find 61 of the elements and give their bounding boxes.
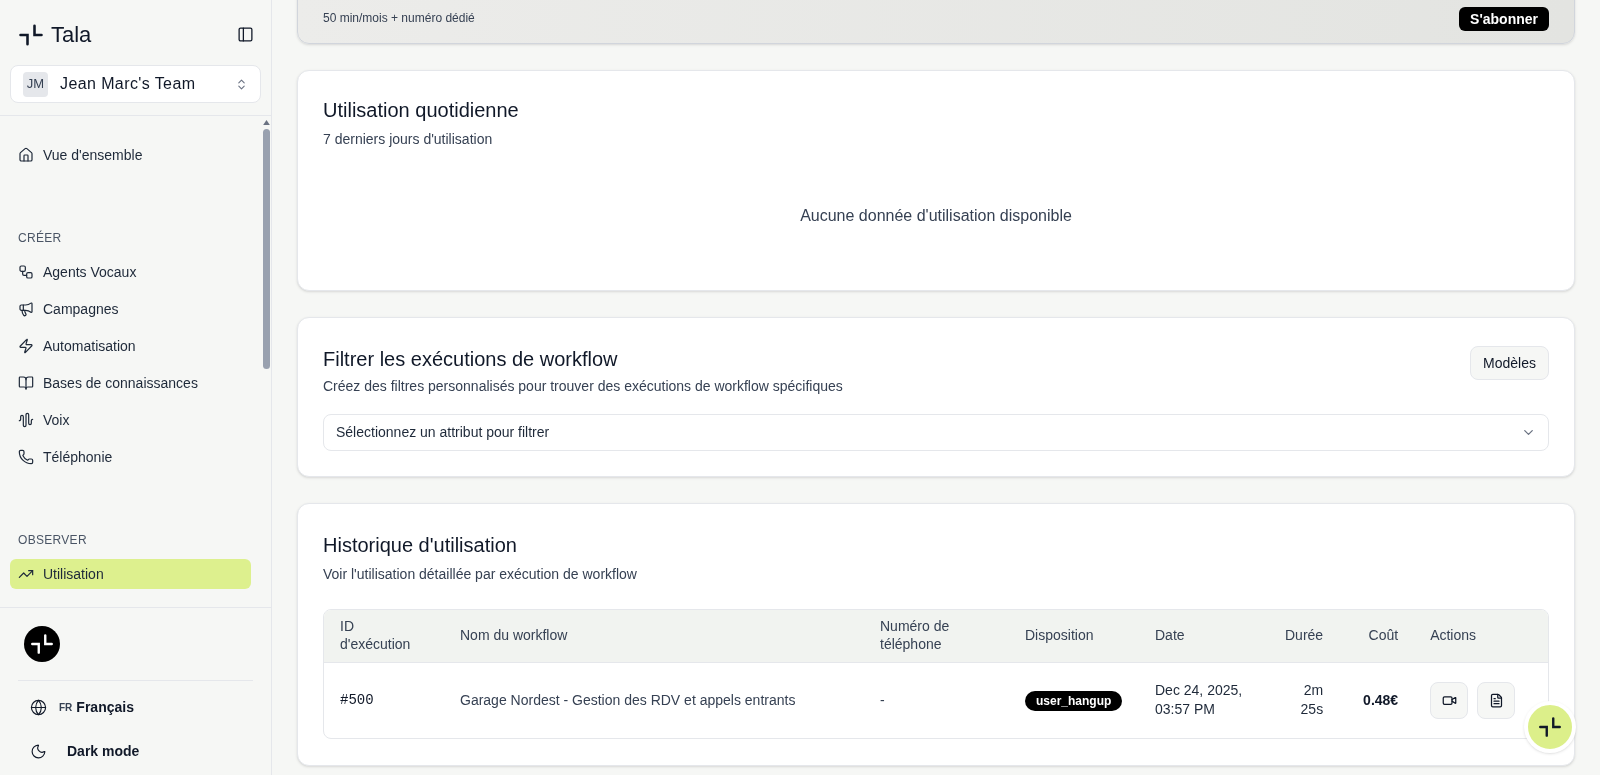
select-placeholder: Sélectionnez un attribut pour filtrer (336, 423, 550, 442)
phone-icon (18, 449, 34, 465)
language-button[interactable]: FR Français (30, 693, 253, 721)
sidebar-toggle-icon[interactable] (237, 26, 254, 43)
card-title: Filtrer les exécutions de workflow (323, 347, 619, 372)
table-cell: Dec 24, 2025, 03:57 PM (1139, 662, 1269, 738)
column-header: ID d'exécution (324, 610, 444, 662)
sidebar-item[interactable]: Téléphonie (10, 442, 251, 472)
team-switcher[interactable]: JM Jean Marc's Team (10, 65, 261, 103)
team-avatar: JM (23, 71, 48, 97)
house-icon (18, 147, 34, 163)
empty-state-text: Aucune donnée d'utilisation disponible (800, 206, 1072, 226)
nodes-icon (18, 264, 34, 280)
sidebar-item[interactable]: Agents Vocaux (10, 257, 251, 287)
sidebar-item[interactable]: Utilisation (10, 559, 251, 589)
status-badge: user_hangup (1025, 690, 1123, 711)
moon-icon (30, 742, 47, 760)
column-header: Disposition (1009, 610, 1139, 662)
section-heading: OBSERVER (17, 532, 88, 549)
card-title: Historique d'utilisation (323, 533, 518, 558)
subscribe-button[interactable]: S'abonner (1459, 7, 1549, 31)
table-cell: - (864, 662, 1009, 738)
sidebar-item[interactable]: Automatisation (10, 331, 251, 361)
lightning-icon (18, 338, 34, 354)
sidebar-item[interactable]: Campagnes (10, 294, 251, 324)
column-header: Numéro de téléphone (864, 610, 1009, 662)
recording-button[interactable] (1430, 681, 1469, 719)
megaphone-icon (18, 301, 34, 317)
language-code: FR (59, 700, 73, 715)
sidebar-item[interactable]: Voix (10, 405, 251, 435)
table-cell: Garage Nordest - Gestion des RDV et appels entrants (444, 662, 864, 738)
document-icon (1488, 692, 1504, 708)
team-name: Jean Marc's Team (60, 74, 197, 94)
book-icon (18, 375, 34, 391)
dark-mode-button[interactable]: Dark mode (30, 737, 253, 765)
column-header: Date (1139, 610, 1269, 662)
waveform-icon (18, 412, 34, 428)
banner-subtitle: 50 min/mois + numéro dédié (323, 10, 475, 27)
sidebar-item[interactable]: Bases de connaissances (10, 368, 251, 398)
section-heading: CRÉER (17, 229, 63, 247)
attribute-select[interactable]: Sélectionnez un attribut pour filtrer (323, 414, 1549, 451)
chat-logo-icon (1537, 714, 1563, 740)
chevrons-icon (235, 77, 248, 91)
card-subtitle: Voir l'utilisation détaillée par exécution de workflow (323, 565, 638, 584)
sidebar-item[interactable]: Vue d'ensemble (10, 140, 251, 170)
card-subtitle: Créez des filtres personnalisés pour trouver des exécutions de workflow spécifiques (323, 377, 843, 396)
scroll-up-icon[interactable] (262, 120, 270, 125)
language-name: Français (76, 697, 134, 717)
templates-button[interactable]: Modèles (1470, 346, 1549, 380)
table-cell: 2m 25s (1269, 662, 1340, 738)
transcript-button[interactable] (1477, 681, 1516, 719)
card-subtitle: 7 derniers jours d'utilisation (323, 130, 494, 149)
brand-name: Tala (51, 21, 92, 49)
column-header: Nom du workflow (444, 610, 864, 662)
table-cell: 0.48€ (1339, 662, 1415, 738)
column-header: Durée (1269, 610, 1340, 662)
column-header: Coût (1339, 610, 1415, 662)
table-cell: #500 (324, 662, 444, 738)
column-header: Actions (1414, 610, 1548, 662)
card-title: Utilisation quotidienne (323, 98, 520, 123)
globe-icon (30, 698, 47, 716)
